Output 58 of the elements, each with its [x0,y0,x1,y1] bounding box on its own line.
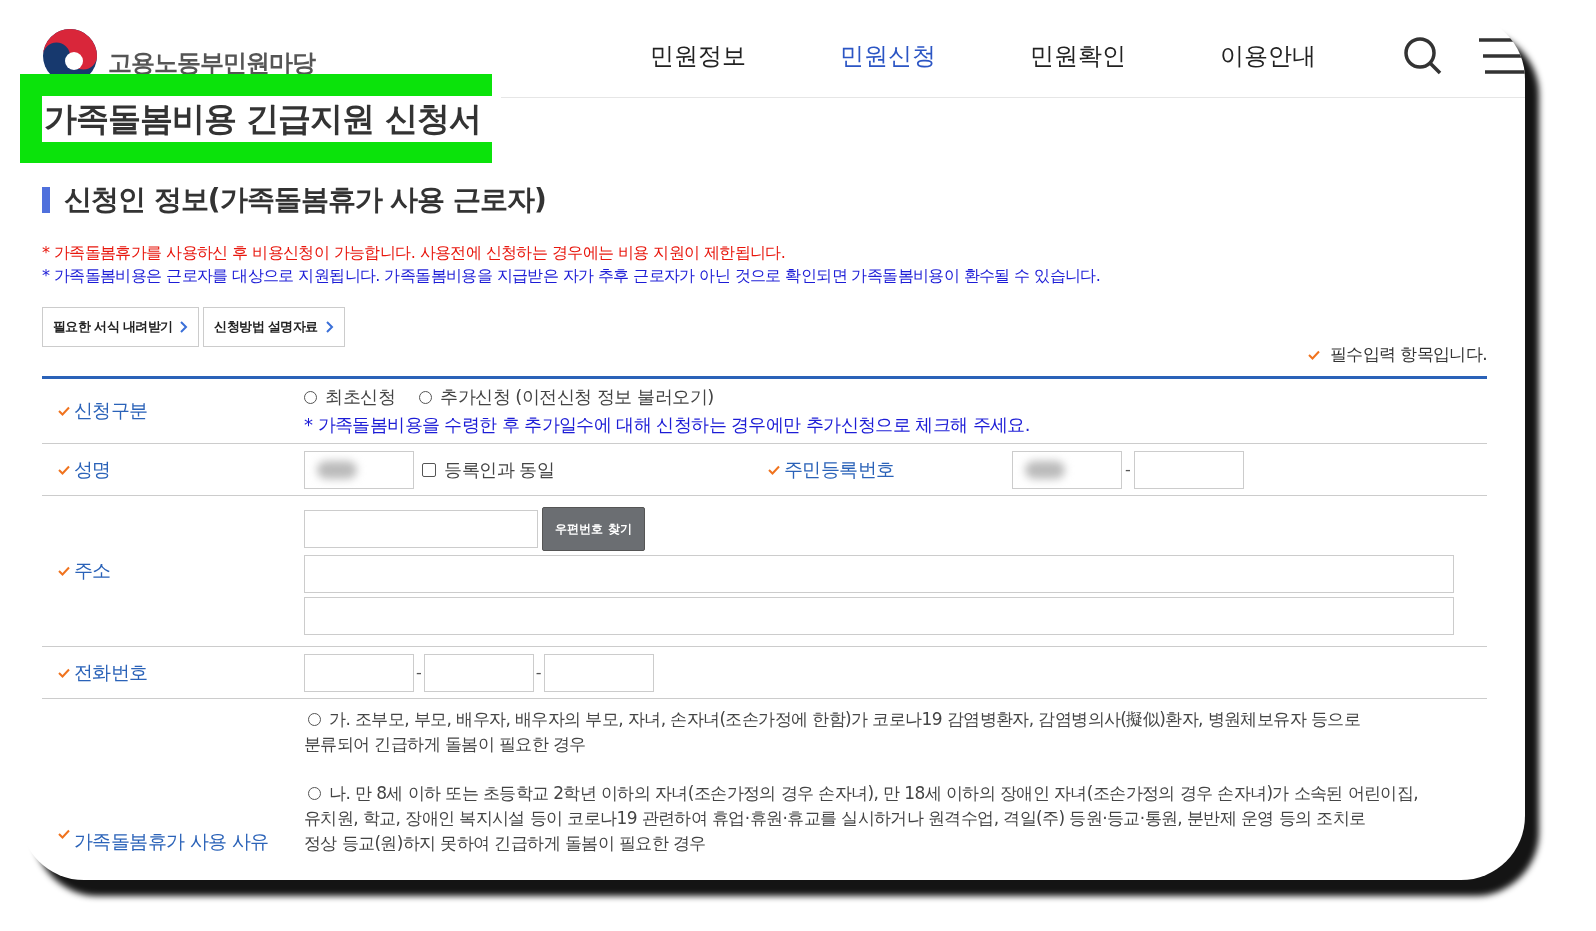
note-text: * 가족돌봄비용을 수령한 후 추가일수에 대해 신청하는 경우에만 추가신청으로 체크해 주세요. [304,413,1031,437]
site-name: 고용노동부민원마당 [108,48,315,79]
link-button[interactable]: 필요한 서식 내려받기 [42,307,200,347]
radio-label: 최초신청 [325,385,395,409]
option-text: 유치원, 학교, 장애인 복지시설 등이 코로나19 관련하여 휴업·휴원·휴교를 실시하거나 원격수업, 격일(주) 등원·등교·통원, 분반제 운영 등의 조치로 정상 등교(원)하지 못하여 긴급하게 돌봄이 필요한 경우 [304,807,1367,855]
nav-link[interactable]: 이용안내 [1173,40,1363,72]
option-text: 분류되어 긴급하게 돌봄이 필요한 경우 [304,733,587,756]
nav-link[interactable]: 민원정보 [603,40,793,72]
link-button[interactable]: 신청방법 설명자료 [203,307,345,347]
zip-search-button[interactable]: 우편번호 찾기 [542,507,645,551]
checkbox[interactable] [422,462,436,477]
field-label: 가족돌봄휴가 사용 사유 [74,829,269,854]
blurred-value [317,460,357,479]
separator-text: - [416,663,422,682]
radio-button[interactable] [308,787,321,800]
required-note: 필수입력 항목입니다. [1329,343,1487,366]
input-field[interactable] [304,450,414,489]
radio-button[interactable] [304,390,317,404]
radio-button[interactable] [308,713,321,726]
separator-text: - [1125,460,1131,479]
checkbox-label: 등록인과 동일 [444,457,555,482]
input-field[interactable] [543,653,654,692]
option-text: 나. 만 8세 이하 또는 초등학교 2학년 이하의 자녀(조손가정의 경우 손자녀), 만 18세 이하의 장애인 자녀(조손가정의 경우 손자녀)가 소속된 어린이집, [329,782,1419,805]
menu-icon[interactable] [1479,38,1525,74]
option-text: 가. 조부모, 부모, 배우자, 배우자의 부모, 자녀, 손자녀(조손가정에 한함)가 코로나19 감염병환자, 감염병의사(擬似)환자, 병원체보유자 등으로 [329,708,1361,731]
check-icon [768,464,780,475]
field-label: 주민등록번호 [784,456,895,482]
nav-link[interactable]: 민원확인 [983,40,1173,72]
check-icon [58,464,70,475]
input-field[interactable] [304,653,414,692]
input-field[interactable] [304,597,1454,635]
input-field[interactable] [1012,450,1122,489]
notice-text: * 가족돌봄비용은 근로자를 대상으로 지원됩니다. 가족돌봄비용을 지급받은 자가 추후 근로자가 아닌 것으로 확인되면 가족돌봄비용이 환수될 수 있습니다. [42,266,1102,287]
search-icon[interactable] [1403,36,1443,76]
input-field[interactable] [1133,450,1244,489]
blurred-value [1025,460,1065,479]
input-field[interactable] [304,510,538,548]
check-icon [58,829,70,839]
field-label: 전화번호 [74,659,148,685]
notice-text: * 가족돌봄휴가를 사용하신 후 비용신청이 가능합니다. 사용전에 신청하는 경우에는 비용 지원이 제한됩니다. [42,243,787,264]
input-field[interactable] [304,555,1454,593]
nav-link[interactable]: 민원신청 [793,40,983,72]
chevron-icon [180,321,189,333]
input-field[interactable] [423,653,534,692]
check-icon [58,667,70,678]
radio-button[interactable] [419,390,432,404]
check-icon [1307,349,1320,360]
field-label: 신청구분 [74,398,148,423]
field-label: 주소 [74,558,111,583]
field-label: 성명 [74,456,111,482]
chevron-icon [325,321,334,333]
separator-text: - [535,663,542,682]
check-icon [58,566,70,576]
section-marker [42,187,50,213]
radio-label: 추가신청 (이전신청 정보 불러오기) [440,385,714,409]
page-title: 가족돌봄비용 긴급지원 신청서 [42,95,501,142]
section-title: 신청인 정보(가족돌봄휴가 사용 근로자) [64,182,546,218]
check-icon [58,406,70,416]
